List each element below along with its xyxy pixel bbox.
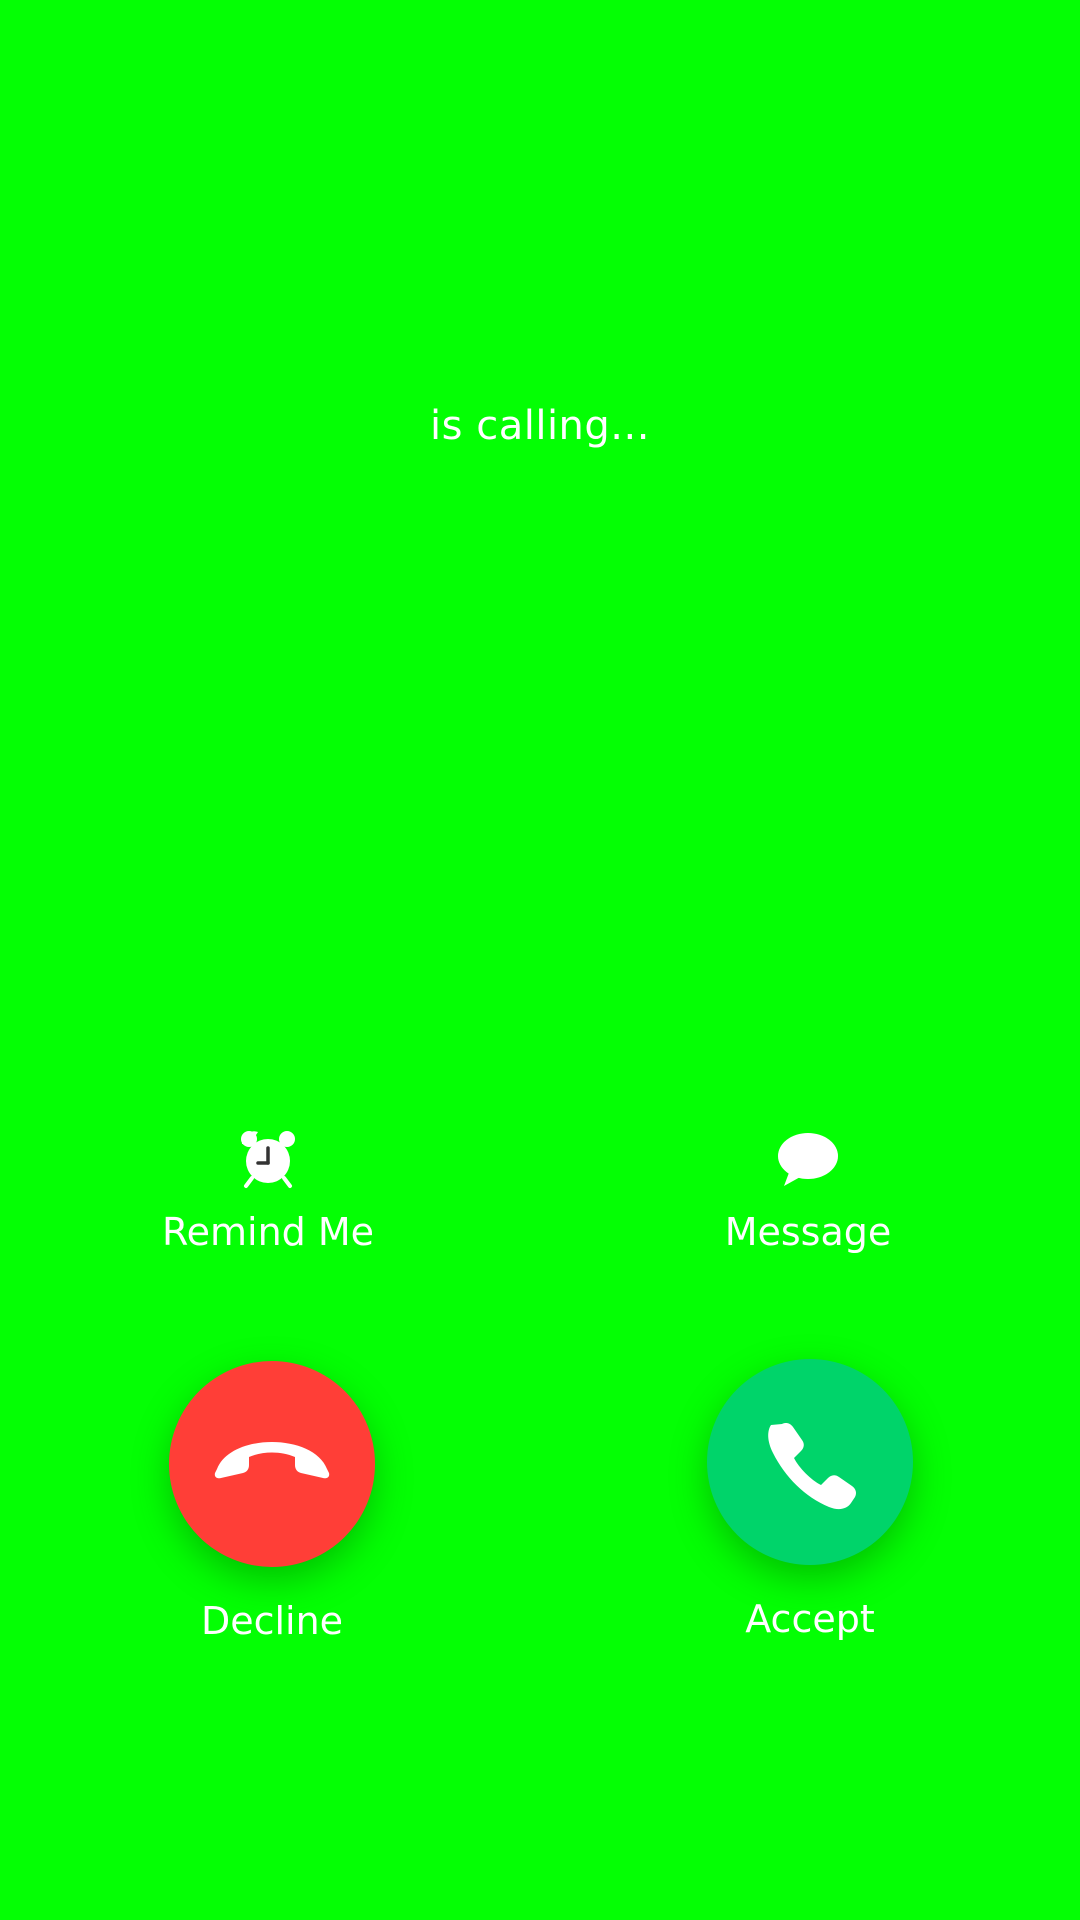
incoming-call-screen: is calling... Remind Me Message Decline … [0, 0, 1080, 1920]
accept-label: Accept [745, 1597, 875, 1641]
speech-bubble-icon [778, 1133, 838, 1186]
message-button[interactable]: Message [628, 1126, 988, 1266]
decline-label: Decline [200, 1599, 344, 1643]
alarm-clock-icon [241, 1131, 295, 1188]
phone-hangup-icon [214, 1442, 330, 1479]
decline-call-control: Decline [92, 1361, 452, 1661]
phone-icon [768, 1423, 856, 1510]
accept-call-control: Accept [630, 1359, 990, 1659]
remind-me-button[interactable]: Remind Me [88, 1126, 448, 1266]
accept-button[interactable] [707, 1359, 913, 1565]
decline-button[interactable] [169, 1361, 375, 1567]
message-label: Message [724, 1210, 892, 1254]
remind-me-label: Remind Me [161, 1210, 375, 1254]
calling-status-text: is calling... [430, 403, 650, 449]
